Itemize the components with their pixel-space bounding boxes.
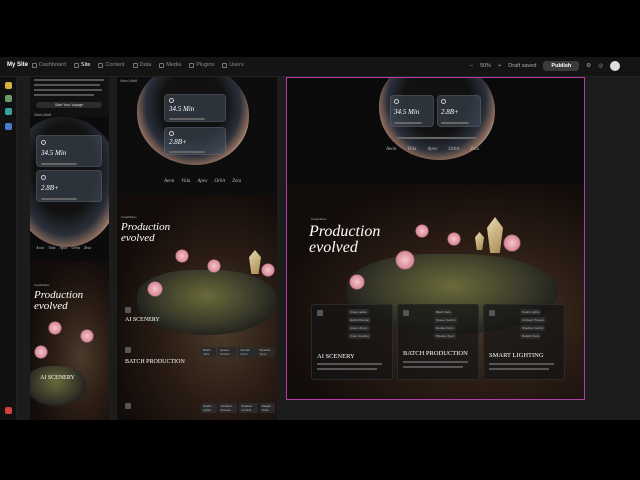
avatar[interactable] (610, 61, 621, 71)
main-nav: Dashboard Site Content Data Media Plugin… (32, 62, 244, 68)
clock-icon (41, 140, 46, 145)
layers-icon[interactable] (5, 95, 12, 102)
nav-data[interactable]: Data (132, 62, 151, 68)
cta-button[interactable]: Start Your Voyage (36, 102, 102, 108)
brand-row: Aeon Vida Apex Orbit Zeta (36, 245, 92, 250)
sparkle-icon (317, 310, 323, 316)
stat-card-time-desktop: 34.5 Min (390, 95, 434, 127)
stat-card-time: 34.5 Min (36, 135, 102, 167)
plugins-icon (189, 62, 195, 68)
bulb-icon (489, 310, 495, 316)
sparkle-icon (125, 307, 131, 313)
publish-button[interactable]: Publish (543, 61, 580, 71)
assets-icon[interactable] (5, 108, 12, 115)
media-icon (159, 62, 165, 68)
top-bar: My Site Dashboard Site Content Data Medi… (0, 57, 640, 77)
tablet-hero: Capabilities Production evolved (117, 195, 277, 420)
components-icon[interactable] (5, 123, 12, 130)
settings-icon[interactable]: ⚙ (586, 63, 591, 69)
hero-title: Production evolved (34, 289, 84, 312)
nav-plugins[interactable]: Plugins (189, 62, 214, 68)
batch-icon (403, 310, 409, 316)
help-icon[interactable] (5, 407, 12, 414)
nav-users[interactable]: Users (222, 62, 244, 68)
left-tool-strip (0, 77, 17, 420)
data-icon (132, 62, 138, 68)
frame-phone[interactable]: Start Your Voyage View Liftoff 34.5 Min … (30, 77, 109, 420)
feature-card-lighting: Studio Lights Ambient Presets Shadow Contr… (483, 304, 565, 380)
bulb-icon (125, 403, 131, 409)
site-name[interactable]: My Site (7, 62, 28, 68)
hero-title-desktop: Production evolved (309, 223, 381, 256)
zoom-level[interactable]: 50% (480, 63, 491, 69)
frame-tablet[interactable]: View Liftoff 34.5 Min 2.8B+ Aeon Vida Apex… (117, 77, 277, 420)
stat-card-count: 2.8B+ (36, 170, 102, 202)
hero-title-tablet: Production evolved (121, 221, 171, 244)
moss-rock (30, 366, 86, 406)
phone-intro: Start Your Voyage View Liftoff (30, 77, 109, 117)
batch-icon (125, 347, 131, 353)
stat-card-count-tablet: 2.8B+ (164, 127, 226, 155)
content-icon (98, 62, 104, 68)
stat-card-count-desktop: 2.8B+ (437, 95, 481, 127)
moss-rock-tablet (137, 270, 277, 335)
feature-card-batch: Batch Jobs Queue Control Render Farm Pipeli… (397, 304, 479, 380)
phone-hero: Capabilities Production evolved AI SCENER… (30, 261, 109, 420)
globe-icon (41, 175, 46, 180)
dashboard-icon (32, 62, 37, 68)
site-icon (73, 62, 79, 68)
nav-dashboard[interactable]: Dashboard (32, 62, 66, 68)
nav-media[interactable]: Media (159, 62, 181, 68)
frame-desktop[interactable]: Start Your Voyage View Liftoff 34.5 Min … (286, 77, 585, 400)
feature-card-ai: Cloud-native Hybrid Render Asset Library Co… (311, 304, 393, 380)
zoom-out-icon[interactable]: – (470, 63, 473, 69)
brand-row-desktop: Aeon Vida Apex Orbit Zeta (386, 147, 480, 152)
view-link[interactable]: View Liftoff (34, 113, 51, 117)
pages-icon[interactable] (5, 82, 12, 89)
zoom-in-icon[interactable]: + (498, 63, 501, 69)
save-status: Draft saved (508, 63, 537, 69)
top-right-controls: – 50% + Draft saved Publish ⚙ ◎ (470, 61, 621, 71)
stat-card-time-tablet: 34.5 Min (164, 94, 226, 122)
share-icon[interactable]: ◎ (598, 63, 603, 69)
nav-content[interactable]: Content (98, 62, 125, 68)
nav-site[interactable]: Site (73, 62, 90, 68)
brand-row-tablet: Aeon Vida Apex Orbit Zeta (164, 179, 242, 184)
users-icon (222, 62, 228, 68)
